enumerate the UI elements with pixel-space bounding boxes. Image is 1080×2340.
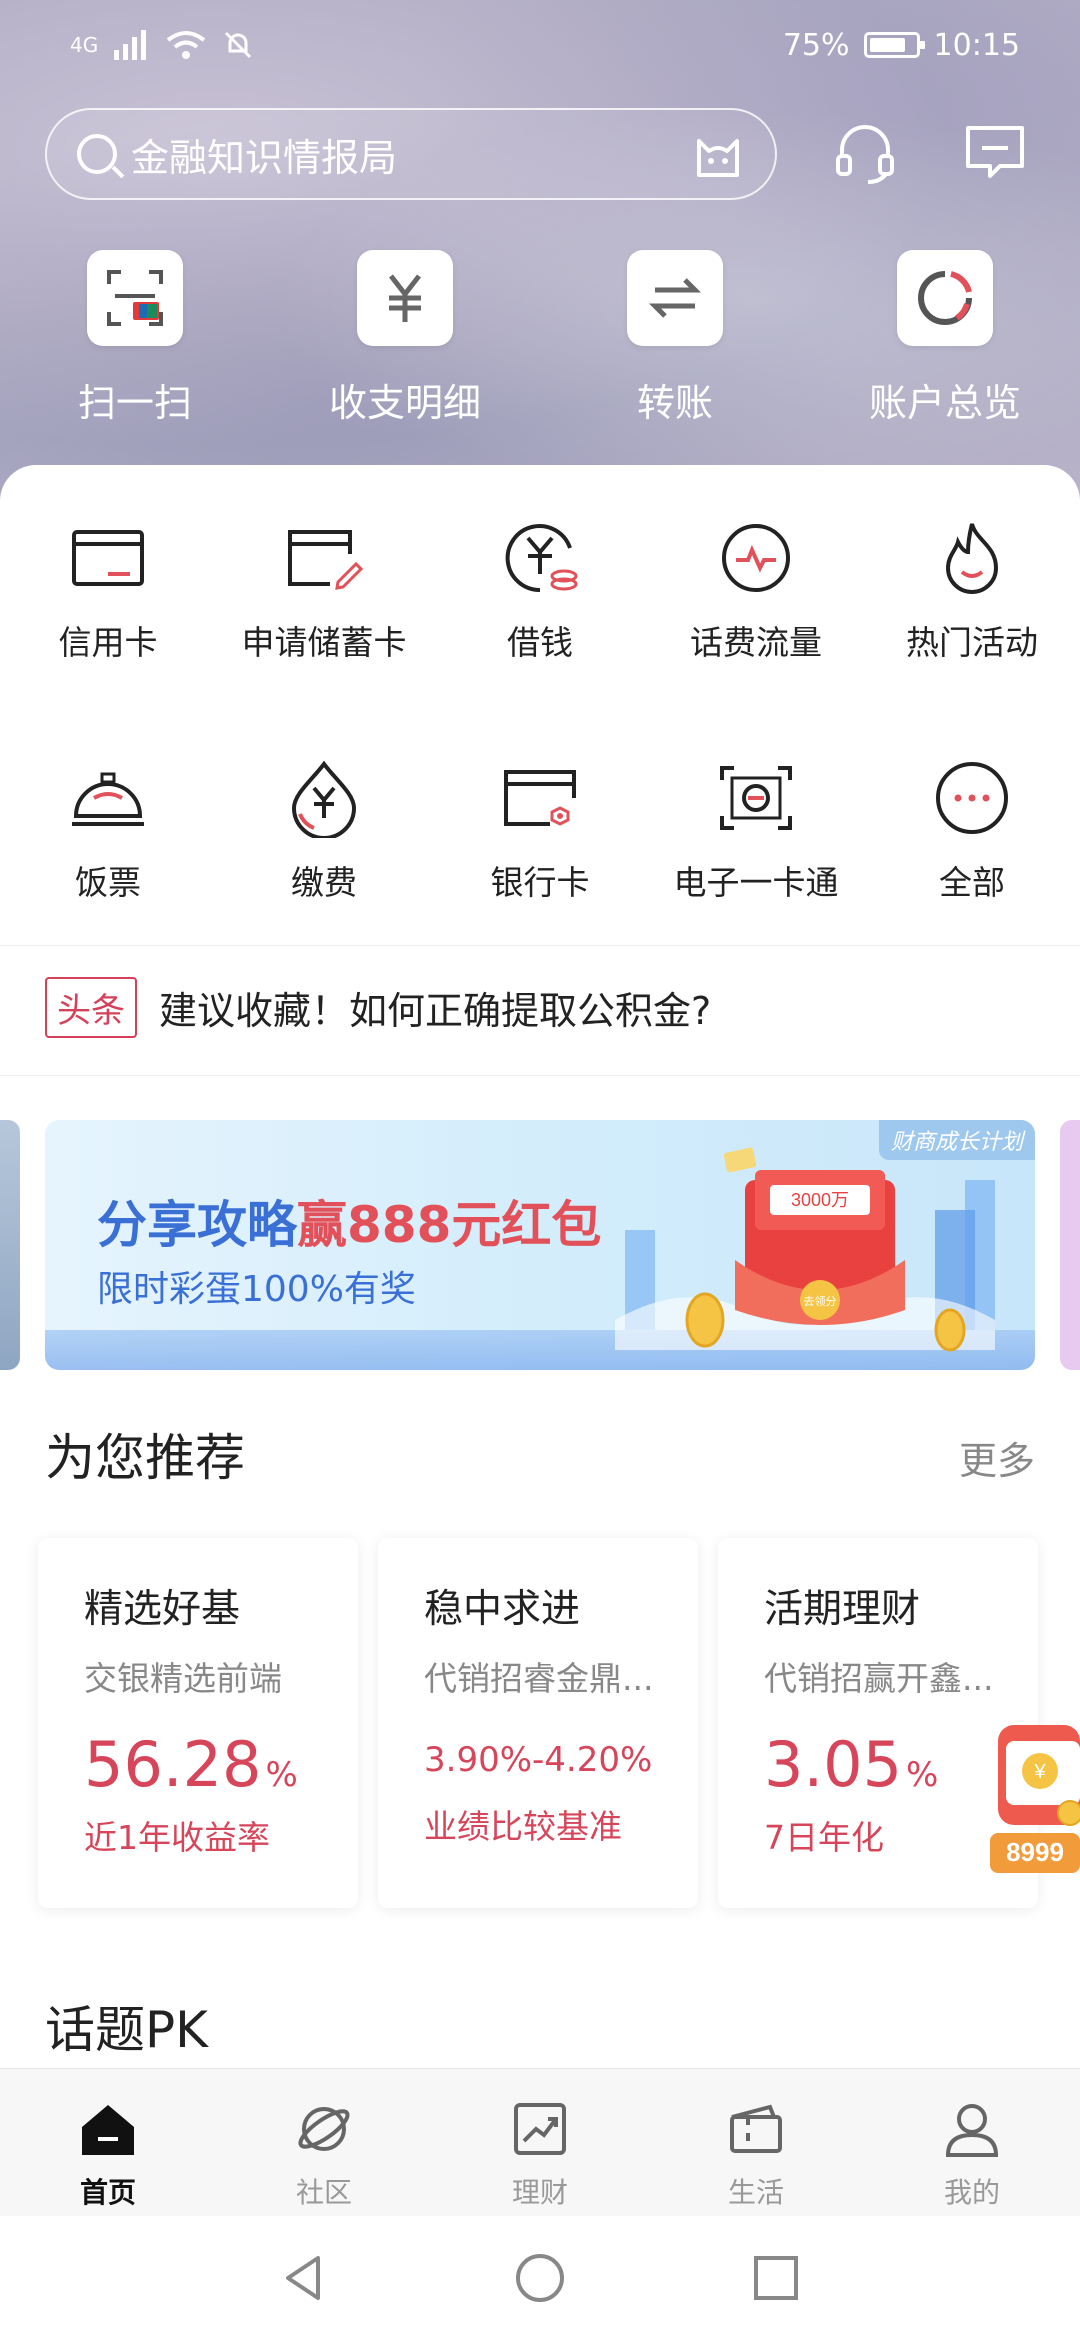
service-e-card[interactable]: 电子一卡通: [648, 758, 864, 904]
header-background: 4G 75% 10:15 金融知识情报局 扫一扫 收支明细 转账 账户总览: [0, 0, 1080, 500]
product-card[interactable]: 精选好基 交银精选前端 56.28% 近1年收益率: [38, 1538, 358, 1908]
quick-records[interactable]: 收支明细: [270, 250, 540, 450]
quick-transfer[interactable]: 转账: [540, 250, 810, 450]
yuan-icon: [357, 250, 453, 346]
trend-chart-icon: [514, 2103, 566, 2155]
home-icon: [82, 2105, 134, 2155]
banner-prev-peek[interactable]: [0, 1120, 20, 1370]
search-bar[interactable]: 金融知识情报局: [45, 108, 777, 200]
headset-icon[interactable]: [830, 118, 900, 188]
service-payment[interactable]: 缴费: [216, 758, 432, 904]
wifi-icon: [167, 31, 206, 59]
envelope-amount: 3000万: [791, 1190, 849, 1210]
svg-text:8999: 8999: [1006, 1837, 1064, 1867]
cat-mascot-icon[interactable]: [691, 127, 745, 181]
e-card-icon: [720, 766, 792, 830]
phone-bill-icon: [722, 524, 790, 592]
banner-carousel: 财商成长计划 分享攻略赢888元红包 限时彩蛋100%有奖 3000万 去领分: [0, 1120, 1080, 1370]
tab-home[interactable]: 首页: [0, 2069, 216, 2216]
tab-wealth[interactable]: 理财: [432, 2069, 648, 2216]
clock: 10:15: [933, 27, 1020, 63]
service-all[interactable]: 全部: [864, 758, 1080, 904]
scan-icon: [87, 250, 183, 346]
service-borrow[interactable]: 借钱: [432, 518, 648, 664]
user-icon: [945, 2104, 999, 2157]
network-label: 4G: [70, 33, 99, 57]
promo-banner[interactable]: 财商成长计划 分享攻略赢888元红包 限时彩蛋100%有奖 3000万 去领分: [45, 1120, 1035, 1370]
apply-card-icon: [288, 530, 364, 590]
recommend-title: 为您推荐: [45, 1429, 245, 1487]
tab-community[interactable]: 社区: [216, 2069, 432, 2216]
divider: [0, 945, 1080, 946]
pie-chart-icon: [897, 250, 993, 346]
quick-overview[interactable]: 账户总览: [810, 250, 1080, 450]
banner-title: 分享攻略赢888元红包: [97, 1196, 602, 1254]
service-hot-events[interactable]: 热门活动: [864, 518, 1080, 664]
bottom-navigation: 首页 社区 理财 生活 我的: [0, 2068, 1080, 2216]
service-grid-row-1: 信用卡 申请储蓄卡 借钱 话费流量 热门活动: [0, 518, 1080, 664]
floating-red-envelope[interactable]: ¥ 8999: [990, 1715, 1080, 1885]
transfer-icon: [627, 250, 723, 346]
divider: [0, 1075, 1080, 1076]
service-meal-ticket[interactable]: 饭票: [0, 758, 216, 904]
credit-card-icon: [72, 530, 144, 586]
message-icon[interactable]: [960, 118, 1030, 188]
red-envelope-illustration: 3000万 去领分: [615, 1147, 995, 1352]
recommend-more-link[interactable]: 更多: [959, 1430, 1035, 1485]
status-bar: 4G 75% 10:15: [70, 20, 1020, 70]
search-placeholder: 金融知识情报局: [131, 135, 398, 180]
coin-label: 去领分: [804, 1295, 837, 1308]
fire-icon: [945, 523, 999, 594]
service-bank-card[interactable]: 银行卡: [432, 758, 648, 904]
recents-icon[interactable]: [748, 2250, 804, 2306]
service-apply-debit[interactable]: 申请储蓄卡: [216, 518, 432, 664]
signal-icon: [114, 30, 147, 60]
headline-text: 建议收藏！如何正确提取公积金?: [159, 988, 712, 1033]
service-credit-card[interactable]: 信用卡: [0, 518, 216, 664]
mute-bell-icon: [225, 31, 252, 59]
product-card[interactable]: 稳中求进 代销招睿金鼎... 3.90%-4.20% 业绩比较基准: [378, 1538, 698, 1908]
home-circle-icon[interactable]: [512, 2250, 568, 2306]
search-icon: [77, 134, 117, 174]
quick-scan[interactable]: 扫一扫: [0, 250, 270, 450]
svg-text:¥: ¥: [1033, 1761, 1046, 1783]
banner-subtitle: 限时彩蛋100%有奖: [97, 1269, 416, 1310]
bank-card-icon: [504, 770, 576, 826]
meal-ticket-icon: [72, 772, 144, 826]
payment-icon: [291, 760, 357, 838]
system-navigation-bar: [0, 2216, 1080, 2340]
banner-next-peek[interactable]: [1060, 1120, 1080, 1370]
back-icon[interactable]: [276, 2250, 332, 2306]
planet-icon: [298, 2107, 350, 2151]
battery-percent: 75%: [782, 27, 850, 63]
headline-tag: 头条: [45, 976, 137, 1038]
more-icon: [936, 762, 1008, 834]
service-grid-row-2: 饭票 缴费 银行卡 电子一卡通 全部: [0, 758, 1080, 904]
service-phone-bill[interactable]: 话费流量: [648, 518, 864, 664]
topic-pk-title: 话题PK: [45, 2001, 208, 2059]
battery-icon: [863, 32, 925, 58]
tab-me[interactable]: 我的: [864, 2069, 1080, 2216]
wallet-icon: [730, 2104, 782, 2153]
quick-actions: 扫一扫 收支明细 转账 账户总览: [0, 250, 1080, 450]
recommend-cards: 精选好基 交银精选前端 56.28% 近1年收益率 稳中求进 代销招睿金鼎...…: [38, 1538, 1038, 1908]
tab-life[interactable]: 生活: [648, 2069, 864, 2216]
headline-news[interactable]: 头条 建议收藏！如何正确提取公积金?: [45, 975, 711, 1039]
borrow-icon: [505, 524, 578, 593]
